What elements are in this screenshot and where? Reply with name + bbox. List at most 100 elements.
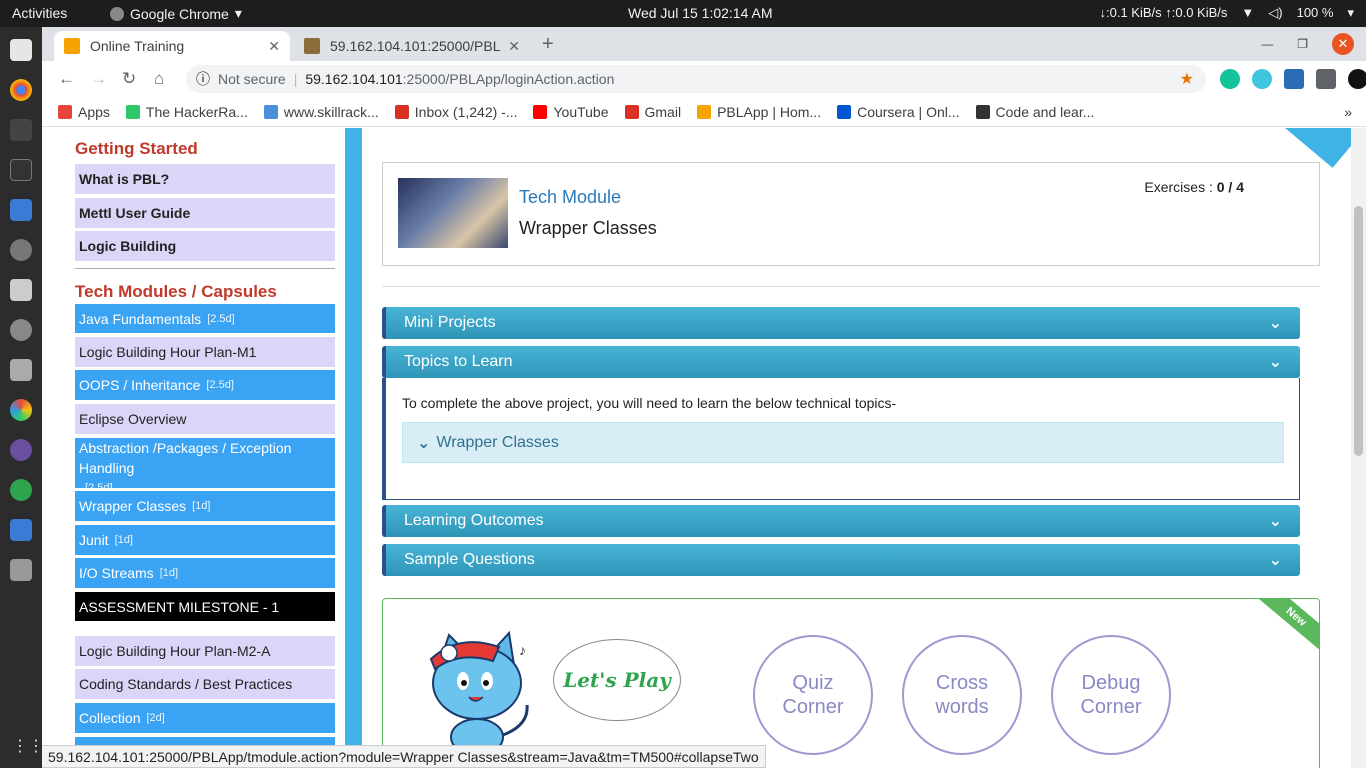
forward-icon[interactable]: → bbox=[90, 69, 107, 89]
chevron-down-icon: ⌄ bbox=[1268, 552, 1282, 569]
url-path: :25000/PBLApp/loginAction.action bbox=[402, 71, 615, 87]
system-monitor-icon[interactable] bbox=[10, 119, 32, 141]
bookmark-hackerrank[interactable]: The HackerRa... bbox=[125, 104, 248, 120]
bookmarks-bar: Apps The HackerRa... www.skillrack... In… bbox=[42, 97, 1366, 127]
module-card: Tech Module Wrapper Classes Exercises : … bbox=[382, 162, 1320, 266]
disk-icon[interactable] bbox=[10, 439, 32, 461]
globe-icon[interactable] bbox=[10, 479, 32, 501]
sidebar-item-what-is-pbl[interactable]: What is PBL? bbox=[75, 164, 335, 194]
bookmark-inbox[interactable]: Inbox (1,242) -... bbox=[394, 104, 517, 120]
close-tab-icon[interactable]: ✕ bbox=[268, 38, 280, 55]
sidebar-item-mettl-guide[interactable]: Mettl User Guide bbox=[75, 198, 335, 228]
home-icon[interactable]: ⌂ bbox=[154, 69, 164, 89]
system-tray[interactable]: ↓:0.1 KiB/s ↑:0.0 KiB/s ▼ ◁) 100 % ▾ bbox=[1100, 5, 1355, 21]
chrome-icon[interactable] bbox=[10, 79, 32, 101]
close-window-button[interactable]: ✕ bbox=[1332, 33, 1354, 55]
close-tab-icon[interactable]: ✕ bbox=[508, 38, 520, 55]
pbl-favicon-icon bbox=[64, 38, 80, 54]
settings-icon[interactable] bbox=[10, 239, 32, 261]
page-scrollbar[interactable] bbox=[1351, 128, 1366, 768]
minimize-button[interactable]: — bbox=[1261, 37, 1273, 51]
topic-wrapper-classes[interactable]: ⌄ Wrapper Classes bbox=[402, 422, 1284, 463]
sidebar-item-oops[interactable]: OOPS / Inheritance [2.5d] bbox=[75, 370, 335, 400]
dock: ⋮⋮⋮ bbox=[0, 27, 60, 768]
reload-icon[interactable]: ↻ bbox=[122, 69, 136, 89]
bookmarks-overflow-icon[interactable]: » bbox=[1344, 104, 1352, 120]
activities-button[interactable]: Activities bbox=[12, 5, 67, 21]
software-icon[interactable] bbox=[10, 319, 32, 341]
hackerrank-icon bbox=[125, 104, 140, 119]
bookmark-star-icon[interactable]: ★ bbox=[1180, 69, 1194, 89]
topics-description: To complete the above project, you will … bbox=[402, 395, 897, 411]
caret-down-icon: ▾ bbox=[234, 5, 242, 21]
accordion-learning-outcomes[interactable]: Learning Outcomes ⌄ bbox=[382, 505, 1300, 537]
cat-mascot-icon: ♪ bbox=[429, 630, 529, 755]
sidebar-item-abstraction[interactable]: Abstraction /Packages / Exception Handli… bbox=[75, 438, 335, 494]
bookmark-youtube[interactable]: YouTube bbox=[533, 104, 609, 120]
terminal-icon[interactable] bbox=[10, 159, 32, 181]
crosswords-button[interactable]: Cross words bbox=[902, 635, 1022, 755]
lets-play-bubble[interactable]: Let's Play bbox=[553, 639, 681, 721]
volume-icon: ◁) bbox=[1268, 5, 1283, 20]
bookmark-code[interactable]: Code and lear... bbox=[975, 104, 1094, 120]
clock[interactable]: Wed Jul 15 1:02:14 AM bbox=[628, 5, 773, 21]
screen-icon[interactable] bbox=[10, 519, 32, 541]
module-kind: Tech Module bbox=[519, 187, 622, 207]
sidebar: Getting Started What is PBL? Mettl User … bbox=[42, 128, 362, 768]
tab-online-training[interactable]: Online Training ✕ bbox=[54, 31, 290, 61]
sidebar-item-wrapper-classes[interactable]: Wrapper Classes [1d] bbox=[75, 491, 335, 521]
color-picker-icon[interactable] bbox=[10, 399, 32, 421]
sidebar-item-lb-m2a[interactable]: Logic Building Hour Plan-M2-A bbox=[75, 636, 335, 666]
info-icon[interactable]: ⓘ bbox=[196, 69, 210, 89]
sidebar-item-java-fundamentals[interactable]: Java Fundamentals [2.5d] bbox=[75, 304, 335, 333]
accordion-mini-projects[interactable]: Mini Projects ⌄ bbox=[382, 307, 1300, 339]
accordion-topics[interactable]: Topics to Learn ⌄ bbox=[382, 346, 1300, 378]
app-menu[interactable]: Google Chrome ▾ bbox=[110, 5, 242, 22]
link-status-bar: 59.162.104.101:25000/PBLApp/tmodule.acti… bbox=[42, 745, 766, 768]
tweaks-icon[interactable] bbox=[10, 279, 32, 301]
bookmark-pblapp[interactable]: PBLApp | Hom... bbox=[697, 104, 821, 120]
back-icon[interactable]: ← bbox=[58, 69, 75, 89]
drive-icon[interactable] bbox=[10, 559, 32, 581]
profile-avatar[interactable] bbox=[1348, 69, 1366, 89]
sidebar-item-io-streams[interactable]: I/O Streams [1d] bbox=[75, 558, 335, 588]
gmail-icon bbox=[394, 104, 409, 119]
maximize-button[interactable]: ❐ bbox=[1297, 37, 1308, 51]
skillrack-icon bbox=[263, 104, 278, 119]
sidebar-item-coding-standards[interactable]: Coding Standards / Best Practices bbox=[75, 669, 335, 699]
new-tab-button[interactable]: + bbox=[542, 33, 554, 56]
scrollbar-thumb[interactable] bbox=[1354, 206, 1363, 456]
shield-extension-icon[interactable] bbox=[1284, 69, 1304, 89]
bookmark-gmail[interactable]: Gmail bbox=[624, 104, 681, 120]
sidebar-item-junit[interactable]: Junit [1d] bbox=[75, 525, 335, 555]
system-top-bar: Activities Google Chrome ▾ Wed Jul 15 1:… bbox=[0, 0, 1366, 27]
debug-corner-button[interactable]: Debug Corner bbox=[1051, 635, 1171, 755]
puzzle-icon[interactable] bbox=[1316, 69, 1336, 89]
address-bar[interactable]: ⓘ Not secure | 59.162.104.101 :25000/PBL… bbox=[186, 65, 1206, 93]
sidebar-item-assessment[interactable]: ASSESSMENT MILESTONE - 1 bbox=[75, 592, 335, 621]
sidebar-item-collection[interactable]: Collection [2d] bbox=[75, 703, 335, 733]
quiz-corner-button[interactable]: Quiz Corner bbox=[753, 635, 873, 755]
app-name: Google Chrome bbox=[130, 5, 229, 22]
bookmark-skillrack[interactable]: www.skillrack... bbox=[263, 104, 379, 120]
code-icon bbox=[975, 104, 990, 119]
bookmark-coursera[interactable]: Coursera | Onl... bbox=[837, 104, 960, 120]
play-extension-icon[interactable] bbox=[1252, 69, 1272, 89]
tab-pbl-app[interactable]: 59.162.104.101:25000/PBL ✕ bbox=[294, 31, 530, 61]
browser-toolbar: ← → ↻ ⌂ ⓘ Not secure | 59.162.104.101 :2… bbox=[42, 61, 1366, 97]
wifi-icon: ▼ bbox=[1241, 5, 1255, 20]
chrome-small-icon bbox=[110, 6, 124, 21]
exercises-count: Exercises : 0 / 4 bbox=[1144, 179, 1244, 195]
bookmark-apps[interactable]: Apps bbox=[58, 104, 110, 120]
chat-icon[interactable] bbox=[10, 359, 32, 381]
sidebar-item-logic-building[interactable]: Logic Building bbox=[75, 231, 335, 261]
sidebar-accent-strip bbox=[345, 128, 362, 768]
grammarly-icon[interactable] bbox=[1220, 69, 1240, 89]
files-icon[interactable] bbox=[10, 39, 32, 61]
youtube-icon bbox=[533, 104, 548, 119]
tab-title: 59.162.104.101:25000/PBL bbox=[330, 38, 501, 54]
sidebar-item-eclipse[interactable]: Eclipse Overview bbox=[75, 404, 335, 434]
screenshot-icon[interactable] bbox=[10, 199, 32, 221]
accordion-sample-questions[interactable]: Sample Questions ⌄ bbox=[382, 544, 1300, 576]
sidebar-item-lb-m1[interactable]: Logic Building Hour Plan-M1 bbox=[75, 337, 335, 367]
